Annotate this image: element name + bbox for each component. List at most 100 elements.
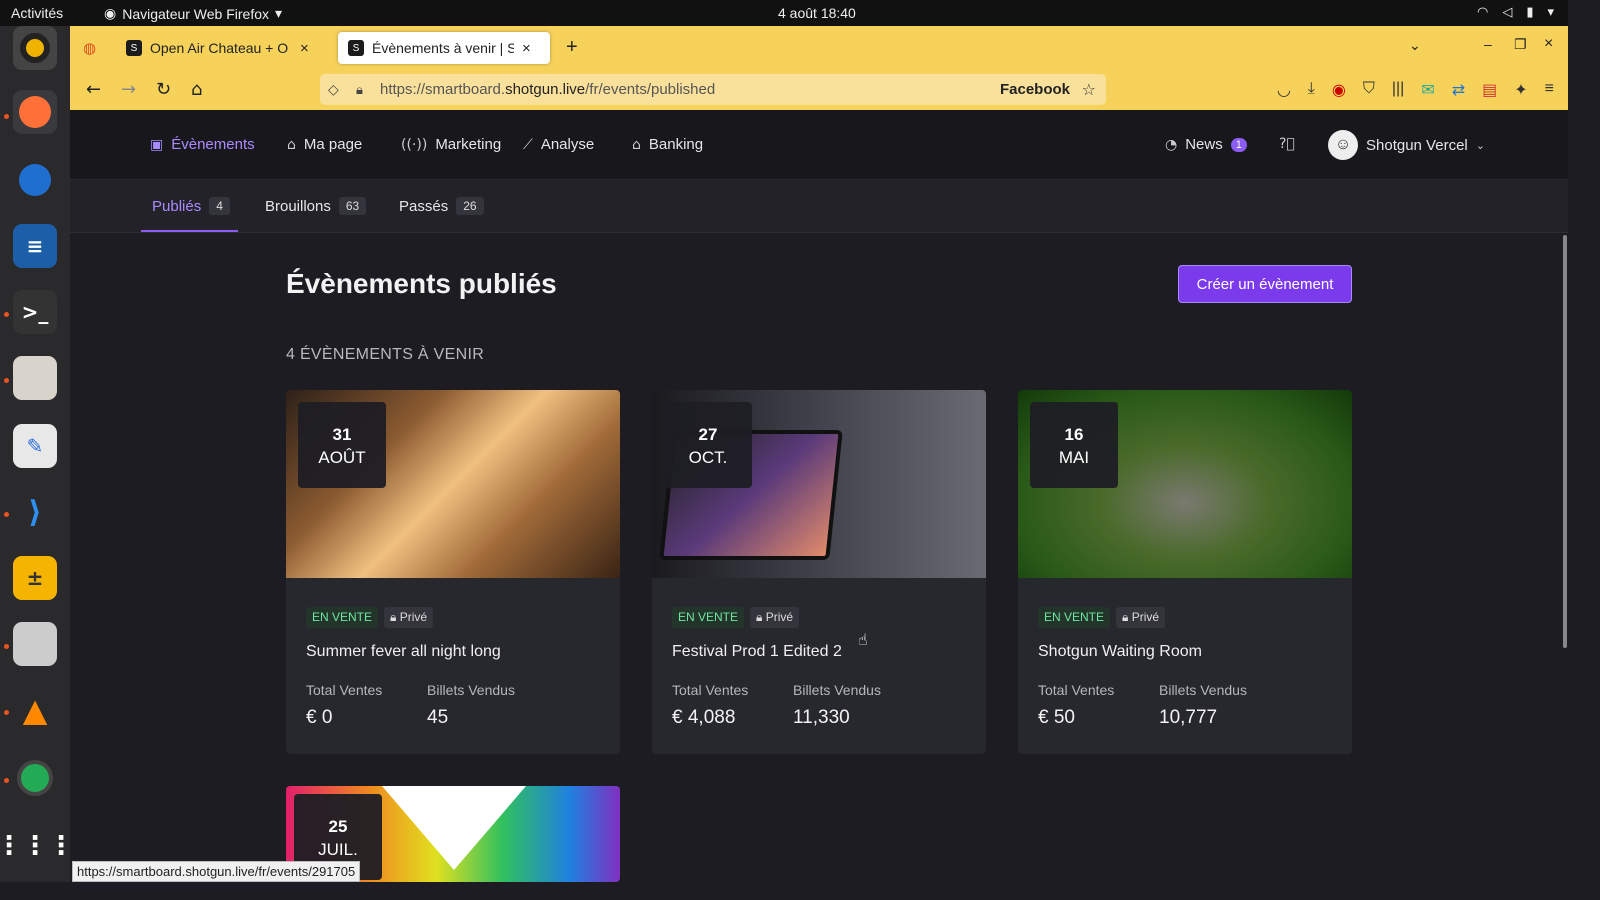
ublock-icon[interactable]: ◉ [1332, 80, 1346, 100]
toolbar-icons: ◡ ⤓ ◉ ⛉ ||| ✉ ⇄ ▤ ✦ ≡ [1277, 80, 1554, 100]
on-sale-badge: EN VENTE [672, 607, 745, 628]
reload-icon[interactable]: ↻ [156, 79, 171, 100]
nav-events[interactable]: ▣ Évènements [150, 136, 255, 153]
tab-drafts-label: Brouillons [265, 197, 331, 215]
lock-icon[interactable]: 🔒︎ [356, 82, 363, 98]
upcoming-events-heading: 4 ÉVÈNEMENTS À VENIR [286, 346, 485, 363]
home-icon: ⌂ [287, 136, 296, 153]
create-event-button[interactable]: Créer un évènement [1178, 265, 1352, 303]
restore-icon[interactable]: ❐ [1514, 36, 1527, 53]
tab-open-air[interactable]: S Open Air Chateau + O × [116, 32, 328, 64]
app-grid-icon[interactable]: ⋮⋮⋮ [0, 824, 74, 868]
library-icon[interactable]: ||| [1392, 80, 1404, 100]
tab-published[interactable]: Publiés 4 [152, 197, 230, 215]
home-icon[interactable]: ⌂ [191, 79, 202, 100]
nav-analytics[interactable]: ⟋ Analyse [523, 136, 594, 153]
extension-cookie-icon[interactable]: ▤ [1482, 80, 1497, 100]
bank-icon: ⌂ [632, 136, 641, 153]
activities-button[interactable]: Activités [11, 5, 63, 21]
user-menu[interactable]: ☺ Shotgun Vercel ⌄ [1328, 130, 1485, 160]
event-card[interactable]: 31 AOÛT EN VENTE 🔒︎ Privé Summer fever a… [286, 390, 620, 754]
help-button[interactable]: ?⃝ [1279, 136, 1295, 152]
camera-icon[interactable] [13, 756, 57, 800]
close-tab-icon[interactable]: × [522, 40, 531, 57]
extension-mail-icon[interactable]: ✉ [1421, 80, 1434, 100]
tickets-sold-value: 45 [427, 707, 449, 728]
page-scrollbar[interactable] [1563, 235, 1567, 648]
downloads-icon[interactable]: ⤓ [1308, 80, 1315, 100]
tab-past-label: Passés [399, 197, 449, 215]
firefox-view-icon[interactable]: ◍ [83, 39, 96, 57]
running-indicator [4, 114, 9, 119]
bookmark-star-icon[interactable]: ☆ [1082, 80, 1096, 100]
app-menu-label: Navigateur Web Firefox [122, 5, 270, 22]
tickets-sold-value: 11,330 [793, 707, 850, 728]
nav-marketing[interactable]: ((·)) Marketing [401, 136, 501, 153]
new-tab-icon[interactable]: + [566, 36, 578, 59]
event-name: Summer fever all night long [306, 643, 501, 660]
tab-published-label: Publiés [152, 197, 202, 215]
url-prefix: https://smartboard. [380, 81, 506, 98]
clock[interactable]: 4 août 18:40 [778, 5, 856, 21]
extension-sync-icon[interactable]: ⇄ [1452, 80, 1465, 100]
pocket-icon[interactable]: ◡ [1277, 80, 1291, 100]
lock-icon: 🔒︎ [1122, 610, 1132, 624]
thunderbird-icon[interactable] [13, 158, 57, 202]
close-tab-icon[interactable]: × [300, 40, 309, 57]
on-sale-badge: EN VENTE [1038, 607, 1111, 628]
chevron-down-icon: ▾ [275, 5, 283, 21]
archive-icon[interactable] [13, 622, 57, 666]
minimize-icon[interactable]: – [1484, 36, 1492, 52]
chevron-down-icon: ⌄ [1475, 138, 1485, 152]
writer-icon[interactable]: ≡ [13, 224, 57, 268]
hamburger-menu-icon[interactable]: ≡ [1545, 80, 1554, 100]
calendar-icon: ▣ [150, 136, 164, 153]
back-icon[interactable]: ← [86, 79, 101, 100]
volume-icon: ◁ [1502, 4, 1513, 19]
tab-drafts[interactable]: Brouillons 63 [265, 197, 367, 215]
nav-my-page[interactable]: ⌂ Ma page [287, 136, 362, 153]
event-tags: EN VENTE 🔒︎ Privé [1038, 607, 1166, 628]
url-facebook-badge[interactable]: Facebook [1000, 81, 1070, 98]
extensions-puzzle-icon[interactable]: ✦ [1514, 80, 1527, 100]
running-indicator [4, 312, 9, 317]
news-count-badge: 1 [1230, 137, 1247, 152]
broadcast-icon: ((·)) [401, 136, 428, 153]
running-indicator [4, 778, 9, 783]
terminal-icon[interactable]: >_ [13, 290, 57, 334]
files-icon[interactable] [13, 356, 57, 400]
event-month: JUIL. [318, 840, 358, 859]
tracking-shield-icon[interactable]: ◇ [328, 81, 339, 98]
firefox-dock-icon[interactable] [13, 90, 57, 134]
browser-tab-bar: ◍ S Open Air Chateau + O × S Évènements … [70, 26, 1568, 70]
mouse-cursor-icon: ☝ [858, 632, 868, 649]
list-tabs-icon[interactable]: ⌄ [1409, 37, 1421, 54]
url-bar[interactable]: ◇ 🔒︎ https://smartboard.shotgun.live/fr/… [320, 74, 1106, 105]
nav-news[interactable]: ◔ News 1 [1165, 136, 1247, 153]
url-path: /fr/events/published [585, 81, 716, 98]
tab-past[interactable]: Passés 26 [399, 197, 484, 215]
close-window-icon[interactable]: × [1544, 35, 1553, 53]
lock-icon: 🔒︎ [756, 610, 766, 624]
event-card[interactable]: 16 MAI EN VENTE 🔒︎ Privé Shotgun Waiting… [1018, 390, 1352, 754]
nav-analytics-label: Analyse [540, 136, 595, 153]
nav-banking[interactable]: ⌂ Banking [632, 136, 703, 153]
tickets-sold-label: Billets Vendus [427, 682, 515, 698]
user-name: Shotgun Vercel [1366, 136, 1468, 154]
app-navigation: ▣ Évènements ⌂ Ma page ((·)) Marketing ⟋… [70, 110, 1568, 180]
event-day: 27 [698, 425, 718, 444]
tab-events-active[interactable]: S Évènements à venir | Sho × [338, 32, 550, 64]
rhythmbox-icon[interactable] [13, 26, 57, 70]
event-month: MAI [1058, 448, 1090, 467]
event-name: Festival Prod 1 Edited 2 [672, 643, 842, 660]
app-menu[interactable]: ◉ Navigateur Web Firefox ▾ [104, 5, 282, 22]
text-editor-icon[interactable]: ✎ [13, 424, 57, 468]
vscode-icon[interactable]: ⟩ [13, 490, 57, 534]
vlc-icon[interactable]: ▲ [13, 688, 57, 732]
event-card[interactable]: 27 OCT. EN VENTE 🔒︎ Privé Festival Prod … [652, 390, 986, 754]
privacy-badger-icon[interactable]: ⛉ [1363, 80, 1375, 100]
system-top-bar: Activités ◉ Navigateur Web Firefox ▾ 4 a… [0, 0, 1568, 26]
forward-icon[interactable]: → [121, 79, 136, 100]
calculator-icon[interactable]: ± [13, 556, 57, 600]
system-tray[interactable]: ◠ ◁ ▮ ▾ [1477, 4, 1554, 20]
